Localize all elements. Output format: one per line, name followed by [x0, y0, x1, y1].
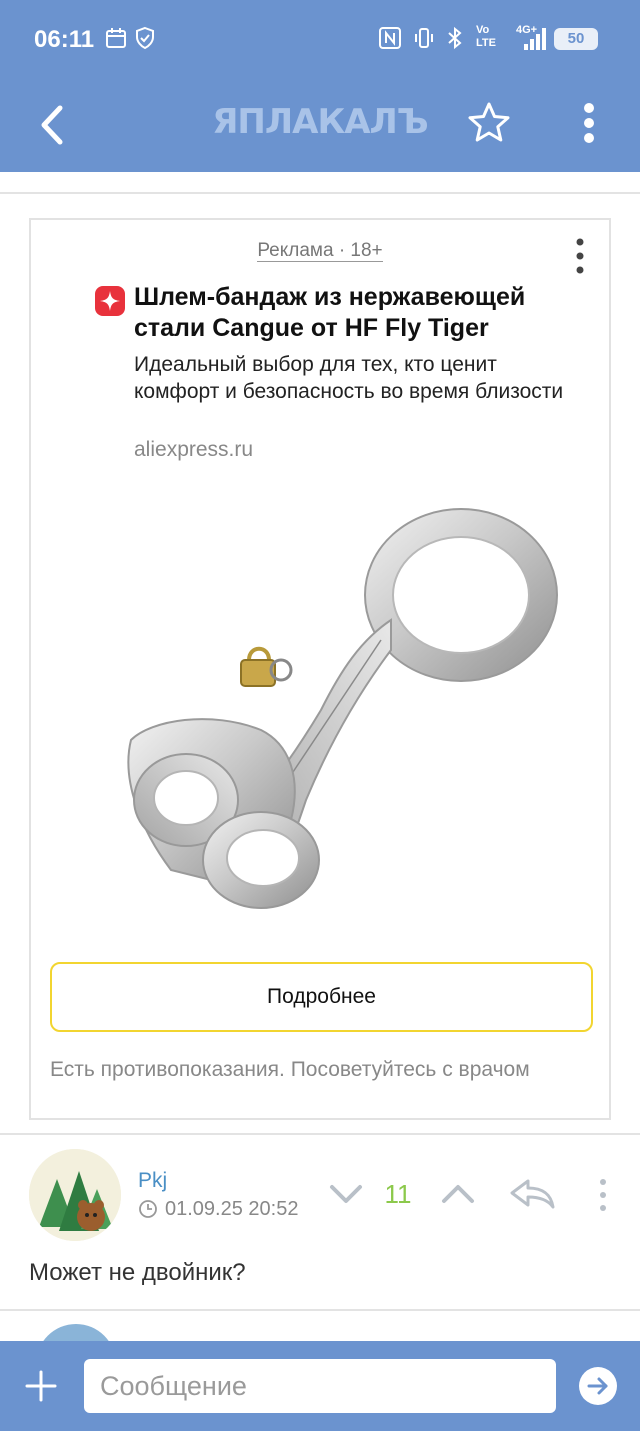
comment-score: 11: [384, 1179, 412, 1209]
star-outline-icon[interactable]: [466, 100, 512, 146]
divider: [0, 1309, 640, 1311]
send-arrow-icon: [587, 1377, 608, 1395]
sparkle-icon: [100, 291, 120, 311]
status-bar: 06:11 Vo LTE 4G+ 50: [0, 0, 640, 78]
avatar[interactable]: [29, 1149, 121, 1241]
app-logo[interactable]: ЯПЛАКАЛЪ: [200, 102, 440, 142]
volte-indicator: Vo LTE: [476, 24, 500, 50]
product-image[interactable]: [91, 500, 561, 940]
aliexpress-brand-icon: [95, 286, 125, 316]
comment-item: Pkj 01.09.25 20:52 11 Может не двойник?: [0, 1135, 640, 1307]
ad-label: Реклама · 18+: [31, 240, 609, 262]
more-details-button[interactable]: Подробнее: [50, 962, 593, 1032]
battery-indicator: 50: [554, 28, 598, 50]
nfc-icon: [379, 27, 401, 49]
comment-date: 01.09.25 20:52: [165, 1198, 299, 1220]
signal-icon: [524, 28, 546, 50]
lte-label: LTE: [476, 37, 496, 49]
shield-check-icon: [136, 26, 154, 50]
plus-icon[interactable]: [24, 1369, 58, 1403]
ad-label-text: Реклама · 18+: [257, 240, 383, 262]
divider: [0, 192, 640, 194]
more-vertical-icon[interactable]: [576, 100, 602, 146]
app-bar: ЯПЛАКАЛЪ: [0, 78, 640, 172]
calendar-icon: [106, 28, 126, 48]
ad-description: Идеальный выбор для тех, кто ценит комфо…: [134, 353, 564, 403]
volte-label: Vo: [476, 24, 490, 36]
comment-menu-icon[interactable]: [592, 1175, 614, 1215]
chevron-left-icon[interactable]: [34, 100, 74, 150]
reply-icon[interactable]: [508, 1175, 556, 1211]
bluetooth-icon: [448, 26, 462, 50]
vibrate-icon: [415, 28, 433, 48]
ad-title[interactable]: Шлем-бандаж из нержавеющей стали Cangue …: [134, 282, 584, 344]
comment-author[interactable]: Pkj: [138, 1169, 167, 1193]
message-input[interactable]: [84, 1359, 556, 1413]
send-button[interactable]: [579, 1367, 617, 1405]
ad-menu-icon[interactable]: [567, 236, 593, 276]
vote-down-icon[interactable]: [328, 1179, 364, 1209]
comment-text: Может не двойник?: [29, 1259, 246, 1286]
status-time: 06:11: [34, 26, 95, 53]
ad-card[interactable]: Реклама · 18+ Шлем-бандаж из нержавеющей…: [29, 218, 611, 1120]
ad-disclaimer: Есть противопоказания. Посоветуйтесь с в…: [50, 1058, 530, 1081]
avatar-image: [29, 1149, 121, 1241]
message-composer: [0, 1341, 640, 1431]
ad-domain[interactable]: aliexpress.ru: [134, 438, 253, 462]
vote-up-icon[interactable]: [440, 1179, 476, 1209]
clock-icon: [139, 1200, 157, 1218]
